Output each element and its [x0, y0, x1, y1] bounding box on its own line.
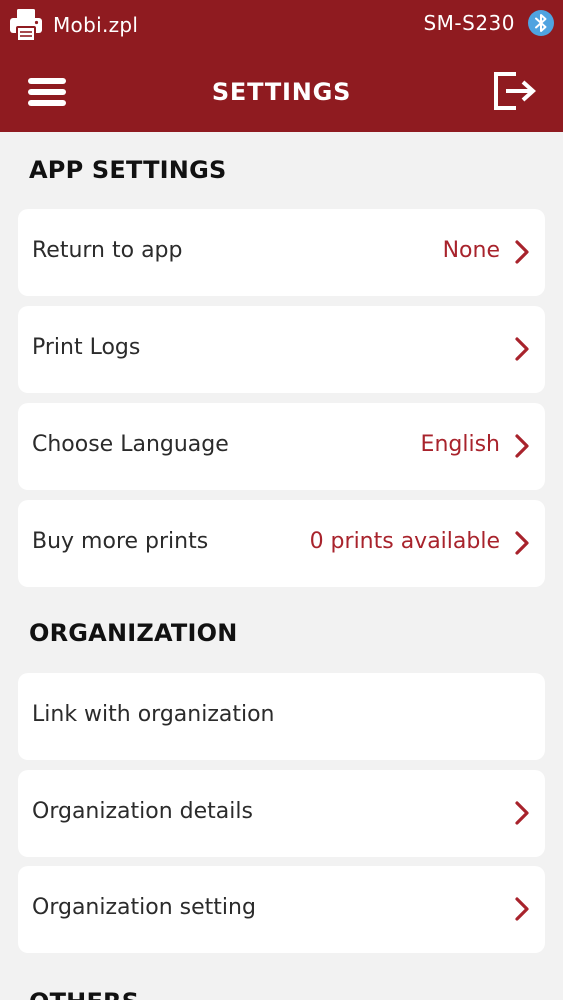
settings-row-buy-more-prints[interactable]: Buy more prints 0 prints available — [18, 500, 545, 587]
bluetooth-icon[interactable] — [527, 9, 555, 37]
settings-row-organization-setting[interactable]: Organization setting — [18, 866, 545, 953]
section-header-organization: ORGANIZATION — [0, 597, 563, 671]
status-left: Mobi.zpl — [8, 7, 138, 43]
status-right: SM-S230 — [423, 9, 555, 37]
logout-icon — [494, 72, 536, 110]
logout-button[interactable] — [492, 70, 538, 112]
status-bar: Mobi.zpl SM-S230 — [0, 0, 563, 48]
settings-row-choose-language[interactable]: Choose Language English — [18, 403, 545, 490]
settings-row-print-logs[interactable]: Print Logs — [18, 306, 545, 393]
nav-bar: SETTINGS — [0, 48, 563, 132]
settings-row-return-to-app[interactable]: Return to app None — [18, 209, 545, 296]
row-label: Link with organization — [32, 702, 275, 727]
row-label: Choose Language — [32, 432, 229, 457]
section-title: OTHERS — [29, 988, 139, 1000]
chevron-right-icon — [515, 337, 529, 361]
row-label: Organization setting — [32, 895, 256, 920]
chevron-right-icon — [515, 801, 529, 825]
chevron-right-icon — [515, 531, 529, 555]
chevron-right-icon — [515, 240, 529, 264]
row-label: Buy more prints — [32, 529, 209, 554]
chevron-right-icon — [515, 434, 529, 458]
printer-icon — [10, 9, 42, 42]
chevron-right-icon — [515, 897, 529, 921]
status-device-name: SM-S230 — [423, 11, 515, 35]
page-title: SETTINGS — [211, 78, 352, 106]
row-label: Return to app — [32, 238, 183, 263]
section-header-others: OTHERS — [0, 962, 563, 1000]
status-app-name: Mobi.zpl — [53, 13, 139, 37]
section-header-app-settings: APP SETTINGS — [0, 132, 563, 206]
section-title: ORGANIZATION — [29, 619, 238, 647]
settings-row-organization-details[interactable]: Organization details — [18, 770, 545, 857]
row-label: Print Logs — [32, 335, 141, 360]
settings-row-link-with-organization[interactable]: Link with organization — [18, 673, 545, 760]
row-value: 0 prints available — [309, 529, 500, 554]
section-title: APP SETTINGS — [29, 156, 227, 184]
row-value: None — [442, 238, 500, 263]
row-value: English — [420, 432, 500, 457]
settings-screen: Mobi.zpl SM-S230 SETTINGS APP SETTINGS R… — [0, 0, 563, 1000]
row-label: Organization details — [32, 799, 253, 824]
